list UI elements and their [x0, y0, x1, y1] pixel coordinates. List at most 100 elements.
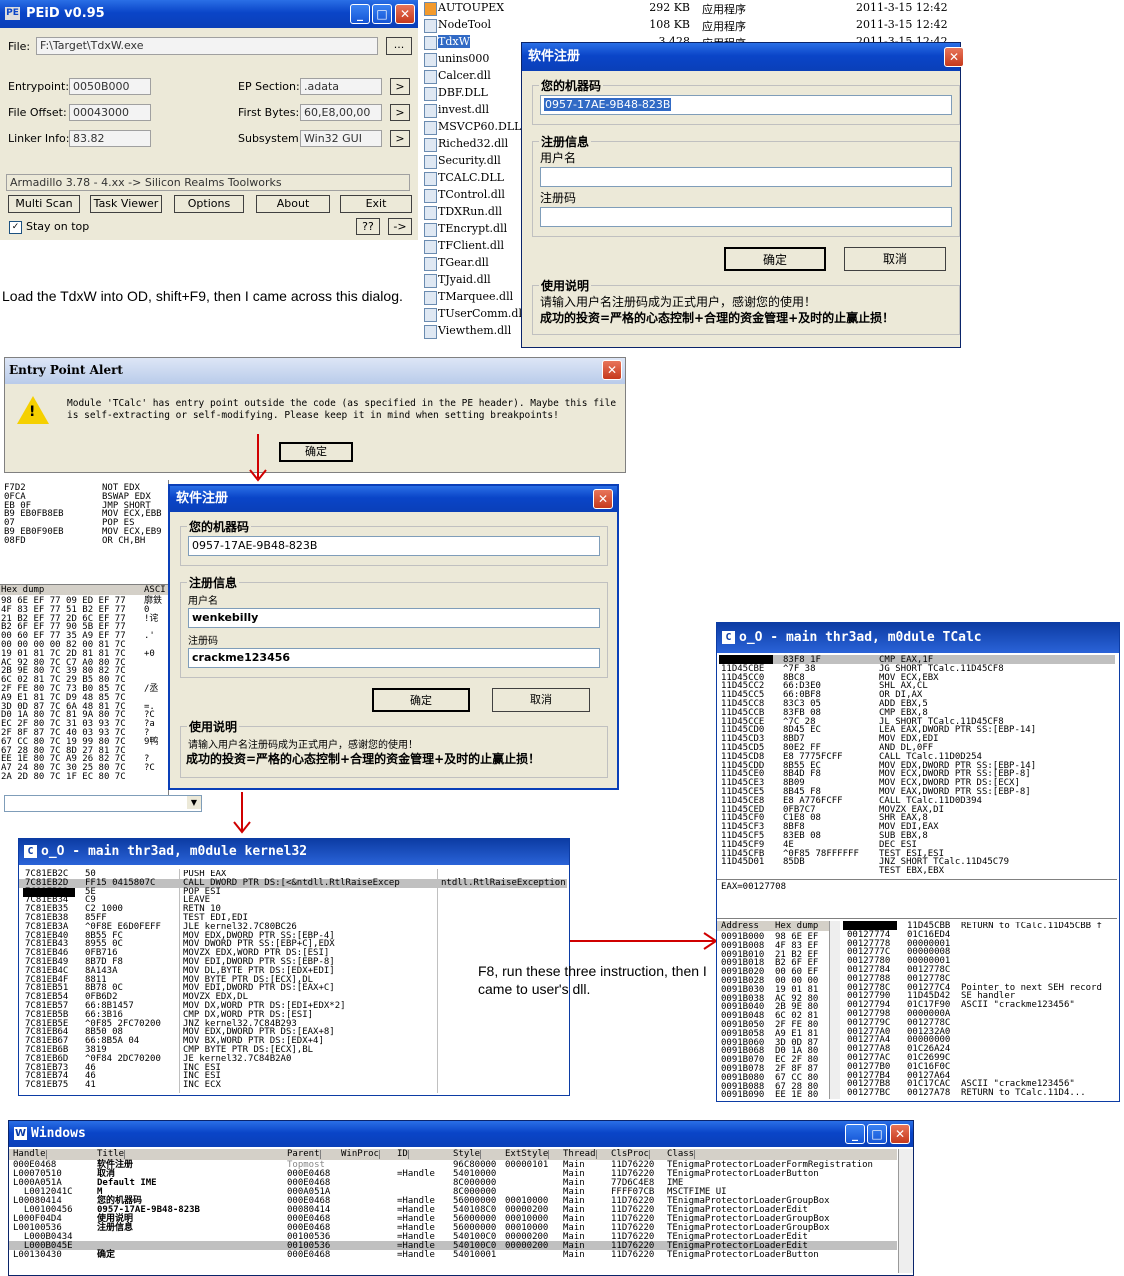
- windows-table-row[interactable]: L00130430 确定 000E0468 =Handle 54010001 Main 11…: [9, 1251, 897, 1260]
- od-tcalc-titlebar[interactable]: C o_O - main thr3ad, m0dule TCalc: [717, 623, 1119, 653]
- reg2-user-label: 用户名: [188, 596, 218, 607]
- od-kernel32-addresses[interactable]: 7C81EB2C 7C81EB2D 7C81EB33 7C81EB34 7C81…: [25, 870, 68, 1090]
- windows-col-header[interactable]: ClsProc: [611, 1150, 650, 1159]
- reg2-cancel-button[interactable]: 取消: [492, 688, 590, 712]
- file-name: DBF.DLL: [438, 86, 488, 99]
- subsystem-button[interactable]: >: [390, 130, 410, 147]
- file-path-field[interactable]: F:\Target\TdxW.exe: [36, 37, 378, 55]
- od-tcalc-asm[interactable]: CMP EAX,1F JG SHORT TCalc.11D45CF8 MOV E…: [879, 656, 1036, 876]
- ep-section-field[interactable]: .adata: [300, 78, 382, 95]
- file-name: Calcer.dll: [438, 69, 491, 82]
- go-button[interactable]: ->: [388, 218, 412, 235]
- reg2-machine-field[interactable]: 0957-17AE-9B48-823B: [188, 536, 600, 556]
- reg2-ok-button[interactable]: 确定: [372, 688, 470, 712]
- dump-address-header: Address: [721, 921, 759, 931]
- od-tcalc-hex[interactable]: 83F8 1F ^7F 38 8BC8 66:D3E0 66:0BF8 83C3…: [783, 655, 859, 867]
- close-icon[interactable]: ✕: [593, 489, 613, 509]
- windows-scrollbar[interactable]: [898, 1149, 913, 1273]
- windows-col-header[interactable]: ExtStyle: [505, 1150, 550, 1159]
- linker-field[interactable]: 83.82: [69, 130, 151, 147]
- alert-titlebar[interactable]: Entry Point Alert ✕: [5, 358, 625, 384]
- dll-file-icon: [424, 291, 437, 305]
- reg1-user-field[interactable]: [540, 167, 952, 187]
- reg1-code-field[interactable]: [540, 207, 952, 227]
- about-button[interactable]: About: [256, 195, 330, 213]
- first-bytes-button[interactable]: >: [390, 104, 410, 121]
- windows-col-header[interactable]: Handle: [13, 1150, 47, 1159]
- file-row[interactable]: NodeTool 108 KB 应用程序 2011-3-15 12:42: [420, 17, 960, 34]
- exit-button[interactable]: Exit: [340, 195, 412, 213]
- arrow-to-tcalc-head: [703, 932, 718, 950]
- od-tcalc-dump-header: Address Hex dump: [717, 921, 829, 931]
- close-icon[interactable]: ✕: [395, 4, 415, 24]
- task-viewer-button[interactable]: Task Viewer: [90, 195, 162, 213]
- subsystem-label: Subsystem:: [238, 132, 303, 145]
- windows-col-header[interactable]: Parent: [287, 1150, 321, 1159]
- close-icon[interactable]: ✕: [890, 1124, 910, 1144]
- application-icon: [424, 53, 437, 67]
- windows-col-header[interactable]: Style: [453, 1150, 482, 1159]
- maximize-icon[interactable]: □: [867, 1124, 887, 1144]
- file-name: MSVCP60.DLL: [438, 120, 522, 133]
- minimize-icon[interactable]: _: [350, 4, 370, 24]
- od-left-hex[interactable]: 98 6E EF 77 09 ED EF 77 4F 83 EF 77 51 B…: [1, 597, 126, 782]
- od-left-ascii[interactable]: 廓鉄 0 !诧 .' +0 /丞 =. ?C ?a ? 9鸭 ? ?C: [144, 597, 162, 773]
- close-icon[interactable]: ✕: [602, 360, 622, 380]
- subsystem-field[interactable]: Win32 GUI: [300, 130, 382, 147]
- reg1-machine-field[interactable]: 0957-17AE-9B48-823B: [540, 95, 952, 115]
- od-kernel32-hex[interactable]: 50 FF15 0415807C 5E C9 C2 1000 85FF ^0F8…: [85, 870, 161, 1090]
- od-tcalc-info-pane: EAX=00127708: [717, 879, 1117, 919]
- od-tcalc-dump-hex[interactable]: 98 6E EF 4F 83 EF 21 B2 EF B2 6F EF 00 6…: [775, 932, 818, 1100]
- od-tcalc-stack-val[interactable]: 11D45CBB 01C16ED4 00000001 00000008 0000…: [907, 922, 950, 1098]
- multi-scan-button[interactable]: Multi Scan: [8, 195, 80, 213]
- file-offset-field[interactable]: 00043000: [69, 104, 151, 121]
- minimize-icon[interactable]: _: [845, 1124, 865, 1144]
- browse-button[interactable]: ...: [386, 37, 412, 55]
- file-name: Riched32.dll: [438, 137, 509, 150]
- dll-file-icon: [424, 189, 437, 203]
- od-tcalc-addresses[interactable]: 11D45CBB 11D45CBE 11D45CC0 11D45CC2 11D4…: [721, 655, 764, 867]
- dump-scrollbar[interactable]: [829, 921, 840, 1099]
- od-tcalc-eax: EAX=00127708: [721, 882, 787, 892]
- options-button[interactable]: Options: [174, 195, 244, 213]
- first-bytes-field[interactable]: 60,E8,00,00: [300, 104, 382, 121]
- alert-ok-button[interactable]: 确定: [279, 442, 353, 462]
- od-tcalc-stack-comment: RETURN to TCalc.11D45CBB f Pointer to ne…: [961, 922, 1102, 1098]
- chevron-down-icon[interactable]: ▼: [187, 796, 201, 809]
- windows-col-header[interactable]: Class: [667, 1150, 696, 1159]
- windows-col-header[interactable]: Thread: [563, 1150, 597, 1159]
- dll-file-icon: [424, 70, 437, 84]
- od-kernel32-col-sep: [179, 869, 180, 1093]
- peid-titlebar[interactable]: PE PEiD v0.95 _ □ ✕: [0, 0, 418, 28]
- windows-titlebar[interactable]: W Windows _ □ ✕: [9, 1121, 913, 1147]
- reg2-titlebar[interactable]: 软件注册 ✕: [170, 486, 617, 512]
- entrypoint-field[interactable]: 0050B000: [69, 78, 151, 95]
- close-icon[interactable]: ✕: [944, 47, 964, 67]
- od-kernel32-col-sep2: [437, 869, 438, 1093]
- reg1-cancel-button[interactable]: 取消: [844, 247, 946, 271]
- reg2-user-field[interactable]: wenkebilly: [188, 608, 600, 628]
- stay-on-top-checkbox[interactable]: ✓: [9, 221, 22, 234]
- reg1-titlebar[interactable]: 软件注册 ✕: [522, 43, 964, 71]
- od-tcalc-dump-addr[interactable]: 0091B000 0091B008 0091B010 0091B018 0091…: [721, 932, 764, 1100]
- reg1-ok-button[interactable]: 确定: [724, 247, 826, 271]
- maximize-icon[interactable]: □: [372, 4, 392, 24]
- reg2-title: 软件注册: [176, 491, 229, 506]
- help-button[interactable]: ??: [356, 218, 380, 235]
- reg2-usage-label: 使用说明: [187, 718, 240, 735]
- od-kernel32-asm[interactable]: PUSH EAX CALL DWORD PTR DS:[<&ntdll.RtlR…: [183, 870, 435, 1090]
- cpu-icon: C: [24, 845, 37, 858]
- od-tcalc-stack-addr[interactable]: 00127770 00127774 00127778 0012777C 0012…: [847, 922, 890, 1098]
- reg2-code-field[interactable]: crackme123456: [188, 648, 600, 668]
- windows-col-header[interactable]: WinProc: [341, 1150, 380, 1159]
- command-dropdown[interactable]: ▼: [4, 795, 202, 812]
- file-row[interactable]: AUTOUPEX 292 KB 应用程序 2011-3-15 12:42: [420, 0, 960, 17]
- ep-section-button[interactable]: >: [390, 78, 410, 95]
- od-left-code[interactable]: F7D2 0FCA EB 0F B9 EB0FB8EB 07 B9 EB0F90…: [4, 484, 64, 546]
- od-left-asm[interactable]: NOT EDX BSWAP EDX JMP SHORT MOV ECX,EBB …: [102, 484, 162, 546]
- od-kernel32-titlebar[interactable]: C o_O - main thr3ad, m0dule kernel32: [19, 839, 569, 865]
- windows-col-header[interactable]: ID: [397, 1150, 409, 1159]
- windows-cell: =Handle: [397, 1250, 435, 1260]
- windows-col-header[interactable]: Title: [97, 1150, 126, 1159]
- windows-cell: 00000101: [505, 1160, 549, 1170]
